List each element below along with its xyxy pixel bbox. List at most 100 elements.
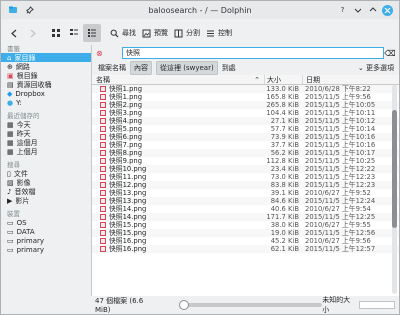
pin-icon[interactable] [24,5,35,16]
file-name-cell: 快照9.png [92,157,264,165]
column-header-size[interactable]: 大小 [264,75,302,84]
sidebar-item-data[interactable]: ▭ DATA [1,227,91,236]
table-row[interactable]: 快照16.png 45.2 KiB 2010/6/27 上午9:56 [92,237,399,245]
filter-content[interactable]: 內容 [130,61,152,75]
sidebar-item-trash[interactable]: ▤ 資源回收桶 [1,80,91,89]
table-row[interactable]: 快照13.png 39.1 KiB 2010/6/27 上午9:52 [92,189,399,197]
file-name: 快照13.png [109,197,147,205]
sidebar-item-this-month[interactable]: ▦ 這個月 [1,138,91,147]
sidebar-item-home[interactable]: ⌂ 家目錄 [1,53,91,62]
details-view-button[interactable] [83,24,101,42]
close-search-icon[interactable]: ⊗ [96,49,106,58]
image-file-icon [100,126,106,132]
file-date: 2015/11/5 上午10:16 [305,141,376,149]
sidebar-item-today[interactable]: ▦ 今天 [1,120,91,129]
zoom-slider[interactable] [179,300,323,310]
table-row[interactable]: 快照6.png 73.9 KiB 2015/11/5 上午10:16 [92,133,399,141]
sidebar-item-videos[interactable]: ▶ 影片 [1,196,91,205]
sidebar-item-network[interactable]: ⊕ 網路 [1,62,91,71]
file-name-cell: 快照12.png [92,181,264,189]
forward-button[interactable] [23,24,41,42]
file-name: 快照11.png [109,173,147,181]
table-row[interactable]: 快照7.png 37.7 KiB 2015/11/5 上午10:16 [92,141,399,149]
file-size: 62.1 KiB [270,245,299,253]
file-name: 快照1.png [109,93,143,101]
split-button[interactable]: 分割 [171,24,203,42]
file-size: 73.9 KiB [270,133,299,141]
table-row[interactable]: 快照15.png 19.0 KiB 2015/11/5 上午12:56 [92,229,399,237]
sidebar-item-y-drive[interactable]: ● Y: [1,98,91,107]
file-name: 快照13.png [109,189,147,197]
preview-button[interactable]: 預覽 [139,24,171,42]
sidebar-item-primary-1[interactable]: ▭ primary [1,236,91,245]
scrollbar-thumb[interactable] [392,110,397,228]
table-row[interactable]: 快照11.png 73.0 KiB 2015/11/5 上午12:23 [92,173,399,181]
close-icon[interactable] [382,4,393,16]
clear-icon[interactable]: ⌫ [384,49,396,58]
sidebar-item-documents[interactable]: ▯ 文件 [1,169,91,178]
file-name-cell: 快照7.png [92,141,264,149]
zoom-slider-handle[interactable] [179,300,190,310]
help-icon[interactable]: ? [337,5,348,16]
table-row[interactable]: 快照10.png 23.4 KiB 2015/11/5 上午12:22 [92,165,399,173]
file-size: 39.1 KiB [270,189,299,197]
compact-view-button[interactable] [65,24,83,42]
table-row[interactable]: 快照8.png 56.2 KiB 2015/11/5 上午10:17 [92,149,399,157]
sidebar-item-dropbox[interactable]: ◆ Dropbox [1,89,91,98]
search-input[interactable] [122,47,384,59]
table-row[interactable]: 快照15.png 38.0 KiB 2010/6/27 上午9:55 [92,221,399,229]
sidebar-item-yesterday[interactable]: ▦ 昨天 [1,129,91,138]
icons-view-button[interactable] [47,24,65,42]
minimize-icon[interactable] [352,5,363,16]
column-header-date[interactable]: 日期 [302,75,384,84]
file-size: 165.8 KiB [266,93,299,101]
search-button[interactable]: 尋找 [107,24,139,42]
sort-up-icon: ⌃ [254,75,260,84]
table-row[interactable]: 快照12.png 83.8 KiB 2015/11/5 上午12:23 [92,181,399,189]
split-label: 分割 [186,29,200,37]
title-bar[interactable]: baloosearch - / — Dolphin ? [1,1,399,19]
table-row[interactable]: 快照3.png 104.4 KiB 2015/11/5 上午10:11 [92,109,399,117]
table-row[interactable]: 快照1.png 165.8 KiB 2015/11/5 上午9:56 [92,93,399,101]
image-file-icon [100,86,106,92]
table-row[interactable]: 快照13.png 84.6 KiB 2015/11/5 上午12:24 [92,197,399,205]
column-header-name[interactable]: 名稱 ⌃ [92,75,264,84]
file-name: 快照3.png [109,109,143,117]
filter-from-here[interactable]: 從這裡 (swyear) [156,61,218,75]
disk-icon: ▭ [7,236,14,245]
disk-icon: ▭ [7,227,14,236]
more-options-button[interactable]: ⌄ 更多選項 [358,63,394,73]
filter-everywhere[interactable]: 到處 [222,63,236,73]
control-button[interactable]: 控制 [203,24,235,42]
table-row[interactable]: 快照16.png 62.1 KiB 2015/11/5 上午12:57 [92,245,399,253]
file-date: 2015/11/5 上午10:05 [305,101,376,109]
file-name: 快照15.png [109,221,147,229]
sidebar-item-primary-2[interactable]: ▭ primary [1,245,91,254]
sidebar-item-os[interactable]: ▭ OS [1,218,91,227]
vertical-scrollbar[interactable] [392,85,397,294]
file-size: 37.7 KiB [270,141,299,149]
file-size: 133.0 KiB [266,85,299,93]
image-file-icon [100,150,106,156]
file-name-cell: 快照6.png [92,133,264,141]
table-row[interactable]: 快照1.png 133.0 KiB 2010/6/28 下午8:22 [92,85,399,93]
file-date: 2015/11/5 上午9:56 [305,93,371,101]
sidebar-item-last-month[interactable]: ▦ 上個月 [1,147,91,156]
image-file-icon [100,222,106,228]
table-row[interactable]: 快照9.png 112.8 KiB 2015/11/5 上午10:25 [92,157,399,165]
table-row[interactable]: 快照2.png 265.8 KiB 2015/11/5 上午10:05 [92,101,399,109]
table-row[interactable]: 快照4.png 27.1 KiB 2015/11/5 上午10:12 [92,117,399,125]
table-row[interactable]: 快照5.png 57.7 KiB 2015/11/5 上午10:14 [92,125,399,133]
file-date: 2015/11/5 上午12:22 [305,165,376,173]
control-label: 控制 [218,29,232,37]
file-date: 2015/11/5 上午12:23 [305,181,376,189]
maximize-icon[interactable] [367,5,378,16]
table-row[interactable]: 快照14.png 40.6 KiB 2010/6/27 上午9:54 [92,205,399,213]
filter-filename[interactable]: 檔案名稱 [98,63,126,73]
calendar-icon: ▦ [7,147,14,156]
table-row[interactable]: 快照14.png 171.7 KiB 2015/11/5 上午12:25 [92,213,399,221]
file-size: 38.0 KiB [270,221,299,229]
back-button[interactable] [5,24,23,42]
image-file-icon [100,238,106,244]
dolphin-icon[interactable] [7,5,18,16]
